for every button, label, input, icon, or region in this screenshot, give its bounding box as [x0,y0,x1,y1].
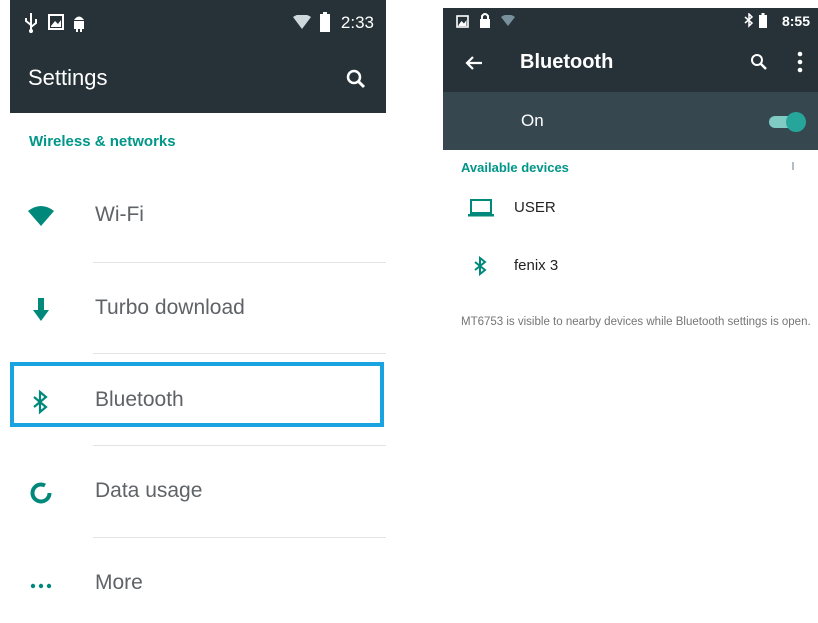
settings-item-wifi[interactable]: Wi-Fi [10,182,386,252]
settings-item-label: Wi-Fi [95,203,144,226]
app-bar: Settings [10,48,386,113]
usb-icon [25,13,37,33]
divider [93,353,386,354]
section-header: Wireless & networks [29,133,176,150]
download-arrow-icon [33,298,49,321]
section-header: Available devices [461,160,569,175]
divider [93,445,386,446]
battery-icon [759,13,767,28]
bluetooth-toggle-switch[interactable] [769,112,806,132]
wifi-status-icon [501,15,515,26]
settings-item-label: More [95,571,143,594]
page-title: Settings [28,65,108,90]
image-icon [48,14,64,30]
image-icon [456,15,469,28]
bluetooth-icon [474,256,487,276]
search-icon[interactable] [344,67,368,91]
device-item-user[interactable]: USER [443,188,818,228]
bluetooth-status-icon [744,13,754,28]
more-dots-icon [30,583,52,589]
device-item-fenix3[interactable]: fenix 3 [443,246,818,286]
clock: 8:55 [781,13,810,29]
data-usage-icon [30,482,52,504]
settings-item-label: Turbo download [95,296,245,319]
divider [93,262,386,263]
bluetooth-screen: 8:55 Bluetooth On Available devices USER [443,0,818,623]
back-arrow-icon[interactable] [464,53,484,73]
search-icon[interactable] [749,52,769,72]
highlight-box [10,362,384,427]
status-bar: 2:33 [10,0,386,48]
overflow-menu-icon[interactable] [796,51,804,73]
settings-item-more[interactable]: More [10,550,386,620]
settings-item-data-usage[interactable]: Data usage [10,458,386,528]
progress-indicator [792,162,794,170]
status-bar: 8:55 [443,8,818,36]
device-name: USER [514,199,556,216]
settings-screen: 2:33 Settings Wireless & networks Wi-Fi … [10,0,386,623]
divider [93,537,386,538]
bluetooth-toggle-bar[interactable]: On [443,92,818,150]
wifi-icon [28,206,54,226]
device-name: fenix 3 [514,257,559,274]
lock-icon [480,13,490,28]
page-title: Bluetooth [520,51,614,73]
clock: 2:33 [340,13,374,32]
battery-icon [320,12,330,32]
laptop-icon [468,199,494,217]
wifi-status-icon [293,15,311,29]
app-bar: Bluetooth [443,36,818,92]
settings-item-label: Data usage [95,479,203,502]
settings-item-turbo-download[interactable]: Turbo download [10,275,386,345]
toggle-label: On [521,111,544,130]
visibility-note: MT6753 is visible to nearby devices whil… [461,316,811,328]
android-icon [74,16,84,32]
